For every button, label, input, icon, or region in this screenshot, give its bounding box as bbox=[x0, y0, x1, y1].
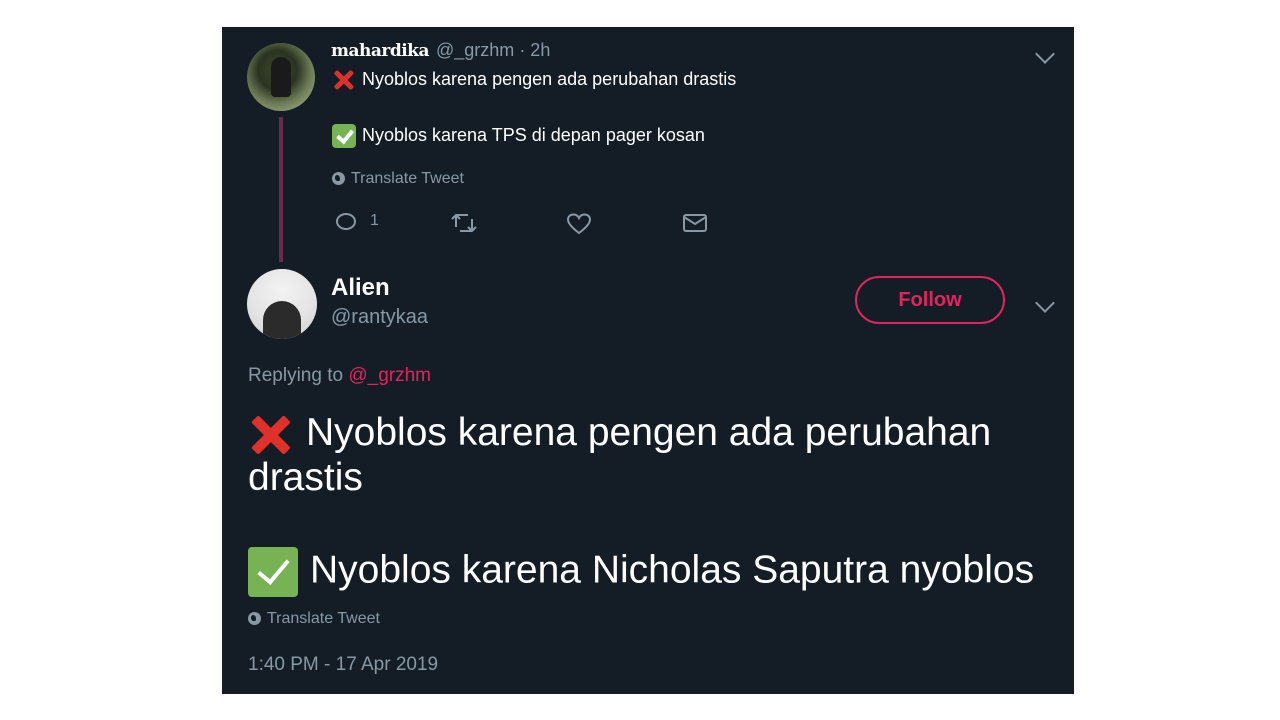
parent-display-name[interactable]: mahardika bbox=[331, 41, 429, 61]
parent-translate-label: Translate Tweet bbox=[351, 170, 464, 187]
parent-handle[interactable]: @_grzhm bbox=[436, 40, 514, 60]
replying-mention-link[interactable]: @_grzhm bbox=[348, 365, 431, 386]
globe-icon bbox=[248, 612, 261, 626]
reply-count: 1 bbox=[370, 212, 379, 229]
cross-mark-icon bbox=[248, 412, 294, 458]
parent-time[interactable]: · 2h bbox=[519, 40, 550, 60]
check-mark-icon bbox=[248, 547, 298, 597]
reply-avatar[interactable] bbox=[247, 269, 317, 339]
chevron-down-icon[interactable] bbox=[1035, 293, 1055, 313]
reply-tweet-line-1: Nyoblos karena pengen ada perubahan bbox=[248, 410, 991, 458]
parent-tweet-line-1: Nyoblos karena pengen ada perubahan dras… bbox=[332, 68, 736, 92]
parent-line-2-text: Nyoblos karena TPS di depan pager kosan bbox=[362, 124, 705, 145]
reply-tweet-line-2: Nyoblos karena Nicholas Saputra nyoblos bbox=[248, 547, 1034, 597]
cross-mark-icon bbox=[332, 68, 356, 92]
reply-translate-label: Translate Tweet bbox=[267, 610, 380, 627]
retweet-icon[interactable] bbox=[450, 212, 478, 239]
check-mark-icon bbox=[332, 124, 356, 148]
reply-action[interactable]: 1 bbox=[336, 212, 379, 230]
parent-avatar[interactable] bbox=[247, 43, 315, 111]
globe-icon bbox=[332, 172, 345, 186]
replying-prefix: Replying to bbox=[248, 365, 344, 386]
reply-translate-link[interactable]: Translate Tweet bbox=[248, 610, 380, 628]
chevron-down-icon[interactable] bbox=[1035, 44, 1055, 64]
thread-connector-line bbox=[279, 117, 283, 262]
parent-handle-and-time[interactable]: @_grzhm · 2h bbox=[436, 40, 550, 61]
reply-line-1a-text: Nyoblos karena pengen ada perubahan bbox=[306, 411, 992, 454]
parent-translate-link[interactable]: Translate Tweet bbox=[332, 170, 464, 188]
parent-tweet-line-2: Nyoblos karena TPS di depan pager kosan bbox=[332, 124, 705, 148]
reply-line-2-text: Nyoblos karena Nicholas Saputra nyoblos bbox=[310, 548, 1035, 592]
tweet-thread-card: mahardika @_grzhm · 2h Nyoblos karena pe… bbox=[222, 27, 1074, 694]
reply-display-name[interactable]: Alien bbox=[331, 274, 390, 302]
follow-button[interactable]: Follow bbox=[855, 276, 1005, 324]
parent-line-1-text: Nyoblos karena pengen ada perubahan dras… bbox=[362, 68, 737, 89]
tweet-timestamp[interactable]: 1:40 PM - 17 Apr 2019 bbox=[248, 654, 438, 676]
reply-handle[interactable]: @rantykaa bbox=[331, 306, 428, 329]
replying-to: Replying to @_grzhm bbox=[248, 365, 431, 387]
like-icon[interactable] bbox=[566, 213, 592, 240]
reply-line-1b-text: drastis bbox=[248, 456, 363, 499]
message-icon[interactable] bbox=[683, 214, 707, 237]
reply-icon bbox=[336, 212, 356, 230]
